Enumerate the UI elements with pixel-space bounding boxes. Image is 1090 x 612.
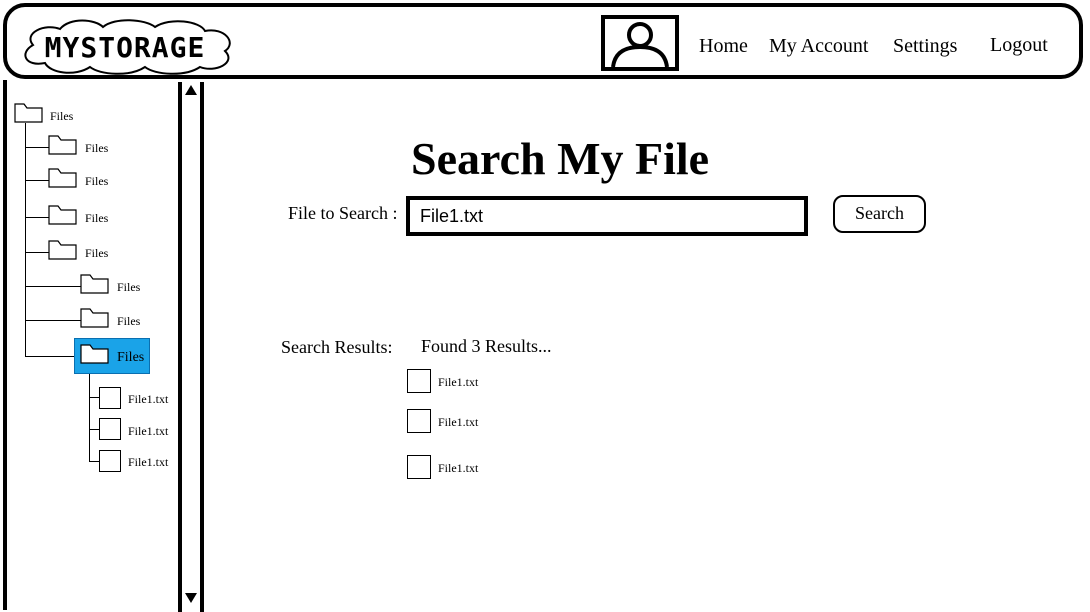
folder-icon	[14, 103, 43, 123]
search-results-label: Search Results:	[281, 337, 393, 357]
tree-connector	[89, 461, 99, 462]
file-icon	[99, 450, 121, 472]
result-file-icon[interactable]	[407, 455, 431, 479]
folder-icon	[48, 168, 77, 188]
search-button[interactable]: Search	[833, 195, 926, 233]
tree-file-item[interactable]: File1.txt	[128, 392, 168, 407]
nav-settings-link[interactable]: Settings	[893, 35, 957, 58]
folder-icon	[48, 205, 77, 225]
svg-text:MYSTORAGE: MYSTORAGE	[45, 31, 206, 64]
tree-connector	[89, 366, 90, 462]
folder-icon	[48, 240, 77, 260]
file-icon	[99, 418, 121, 440]
tree-connector	[25, 252, 49, 253]
result-item[interactable]: File1.txt	[438, 415, 478, 430]
result-file-icon[interactable]	[407, 369, 431, 393]
tree-connector	[89, 397, 99, 398]
scroll-up-arrow-icon[interactable]	[184, 84, 198, 96]
nav-home-link[interactable]: Home	[699, 35, 748, 58]
tree-item-files[interactable]: Files	[85, 141, 108, 156]
tree-item-files-selected[interactable]: Files	[117, 350, 144, 366]
tree-connector	[25, 356, 81, 357]
nav-logout-link[interactable]: Logout	[990, 34, 1048, 57]
tree-item-files[interactable]: Files	[50, 109, 73, 124]
tree-connector	[25, 123, 26, 357]
tree-item-files[interactable]: Files	[85, 174, 108, 189]
tree-connector	[25, 147, 49, 148]
tree-connector	[89, 429, 99, 430]
user-avatar[interactable]	[601, 15, 679, 71]
user-icon	[611, 22, 669, 68]
folder-icon	[80, 274, 109, 294]
folder-icon	[80, 344, 109, 364]
tree-item-files[interactable]: Files	[117, 314, 140, 329]
results-count: Found 3 Results...	[421, 336, 552, 356]
file-icon	[99, 387, 121, 409]
tree-connector	[25, 320, 81, 321]
result-file-icon[interactable]	[407, 409, 431, 433]
tree-connector	[25, 180, 49, 181]
search-input[interactable]	[406, 196, 808, 236]
tree-item-files[interactable]: Files	[85, 211, 108, 226]
result-item[interactable]: File1.txt	[438, 375, 478, 390]
page-title: Search My File	[411, 133, 710, 184]
tree-connector	[25, 217, 49, 218]
result-item[interactable]: File1.txt	[438, 461, 478, 476]
sidebar-scrollbar[interactable]	[178, 82, 204, 612]
tree-file-item[interactable]: File1.txt	[128, 424, 168, 439]
tree-file-item[interactable]: File1.txt	[128, 455, 168, 470]
folder-icon	[80, 308, 109, 328]
folder-icon	[48, 135, 77, 155]
scroll-down-arrow-icon[interactable]	[184, 592, 198, 604]
tree-connector	[25, 286, 81, 287]
nav-my-account-link[interactable]: My Account	[769, 35, 868, 58]
top-header: MYSTORAGE Home My Account Settings Logou…	[3, 3, 1083, 79]
tree-item-files[interactable]: Files	[85, 246, 108, 261]
mystorage-logo: MYSTORAGE	[24, 19, 231, 75]
tree-item-files[interactable]: Files	[117, 280, 140, 295]
search-field-label: File to Search :	[288, 203, 398, 223]
